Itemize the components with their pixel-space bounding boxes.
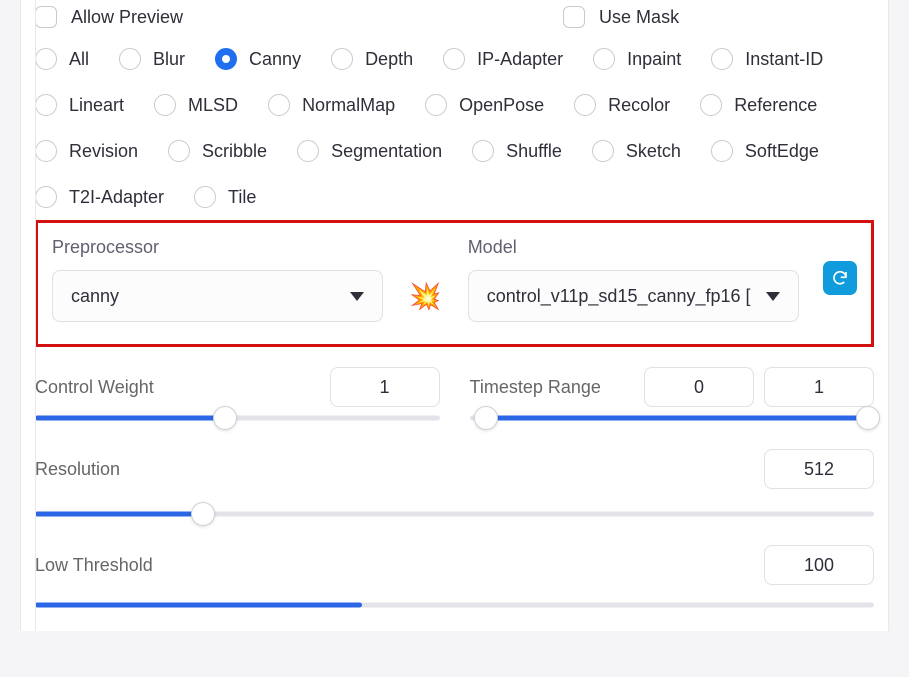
- radio-circle: [35, 186, 57, 208]
- radio-circle: [268, 94, 290, 116]
- timestep-range-label: Timestep Range: [470, 377, 601, 398]
- radio-label: Segmentation: [331, 141, 442, 162]
- control-type-mlsd[interactable]: MLSD: [154, 94, 238, 116]
- control-type-canny[interactable]: Canny: [215, 48, 301, 70]
- radio-circle: [425, 94, 447, 116]
- radio-circle: [215, 48, 237, 70]
- radio-label: Blur: [153, 49, 185, 70]
- refresh-button[interactable]: [823, 261, 857, 295]
- radio-label: Lineart: [69, 95, 124, 116]
- control-type-all[interactable]: All: [35, 48, 89, 70]
- radio-circle: [35, 48, 57, 70]
- preprocessor-value: canny: [71, 286, 119, 307]
- resolution-slider[interactable]: [35, 503, 874, 525]
- radio-label: Canny: [249, 49, 301, 70]
- control-type-revision[interactable]: Revision: [35, 140, 138, 162]
- explosion-icon[interactable]: 💥: [407, 270, 443, 322]
- control-type-t2i-adapter[interactable]: T2I-Adapter: [35, 186, 164, 208]
- allow-preview-label: Allow Preview: [71, 7, 183, 28]
- resolution-label: Resolution: [35, 459, 120, 480]
- preproc-model-highlight: Preprocessor canny 💥 Model control_v11p_…: [35, 220, 874, 347]
- control-type-inpaint[interactable]: Inpaint: [593, 48, 681, 70]
- radio-circle: [168, 140, 190, 162]
- radio-circle: [593, 48, 615, 70]
- control-type-sketch[interactable]: Sketch: [592, 140, 681, 162]
- slider-thumb[interactable]: [213, 406, 237, 430]
- radio-circle: [331, 48, 353, 70]
- checkbox-box: [563, 6, 585, 28]
- radio-label: IP-Adapter: [477, 49, 563, 70]
- radio-label: Inpaint: [627, 49, 681, 70]
- radio-circle: [119, 48, 141, 70]
- use-mask-checkbox[interactable]: Use Mask: [563, 6, 679, 28]
- checkbox-box: [35, 6, 57, 28]
- radio-label: Depth: [365, 49, 413, 70]
- timestep-range-slider[interactable]: [470, 407, 875, 429]
- radio-label: MLSD: [188, 95, 238, 116]
- timestep-low-value[interactable]: 0: [644, 367, 754, 407]
- slider-thumb[interactable]: [191, 502, 215, 526]
- low-threshold-slider[interactable]: [35, 599, 874, 611]
- radio-label: Recolor: [608, 95, 670, 116]
- radio-label: Tile: [228, 187, 256, 208]
- radio-label: Instant-ID: [745, 49, 823, 70]
- slider-thumb-low[interactable]: [474, 406, 498, 430]
- control-type-segmentation[interactable]: Segmentation: [297, 140, 442, 162]
- preprocessor-label: Preprocessor: [52, 237, 383, 258]
- control-type-blur[interactable]: Blur: [119, 48, 185, 70]
- model-dropdown[interactable]: control_v11p_sd15_canny_fp16 [: [468, 270, 799, 322]
- radio-label: SoftEdge: [745, 141, 819, 162]
- control-type-depth[interactable]: Depth: [331, 48, 413, 70]
- resolution-value[interactable]: 512: [764, 449, 874, 489]
- control-weight-value[interactable]: 1: [330, 367, 440, 407]
- radio-circle: [443, 48, 465, 70]
- radio-label: NormalMap: [302, 95, 395, 116]
- radio-label: Sketch: [626, 141, 681, 162]
- control-type-instant-id[interactable]: Instant-ID: [711, 48, 823, 70]
- control-type-tile[interactable]: Tile: [194, 186, 256, 208]
- control-type-normalmap[interactable]: NormalMap: [268, 94, 395, 116]
- radio-circle: [700, 94, 722, 116]
- refresh-icon: [831, 269, 849, 287]
- control-type-lineart[interactable]: Lineart: [35, 94, 124, 116]
- preprocessor-dropdown[interactable]: canny: [52, 270, 383, 322]
- control-type-softedge[interactable]: SoftEdge: [711, 140, 819, 162]
- slider-thumb-high[interactable]: [856, 406, 880, 430]
- low-threshold-value[interactable]: 100: [764, 545, 874, 585]
- radio-circle: [194, 186, 216, 208]
- radio-label: Shuffle: [506, 141, 562, 162]
- model-value: control_v11p_sd15_canny_fp16 [: [487, 286, 751, 307]
- radio-circle: [154, 94, 176, 116]
- control-type-scribble[interactable]: Scribble: [168, 140, 267, 162]
- radio-circle: [711, 48, 733, 70]
- radio-circle: [574, 94, 596, 116]
- low-threshold-label: Low Threshold: [35, 555, 153, 576]
- allow-preview-checkbox[interactable]: Allow Preview: [35, 6, 183, 28]
- radio-circle: [35, 140, 57, 162]
- control-type-shuffle[interactable]: Shuffle: [472, 140, 562, 162]
- use-mask-label: Use Mask: [599, 7, 679, 28]
- chevron-down-icon: [766, 292, 780, 301]
- timestep-high-value[interactable]: 1: [764, 367, 874, 407]
- radio-circle: [711, 140, 733, 162]
- control-type-reference[interactable]: Reference: [700, 94, 817, 116]
- control-type-openpose[interactable]: OpenPose: [425, 94, 544, 116]
- model-label: Model: [468, 237, 799, 258]
- radio-label: T2I-Adapter: [69, 187, 164, 208]
- radio-label: Scribble: [202, 141, 267, 162]
- control-weight-slider[interactable]: [35, 407, 440, 429]
- control-type-radio-group: All Blur Canny Depth IP-Adapter Inpaint Instan…: [35, 48, 874, 214]
- radio-label: Revision: [69, 141, 138, 162]
- radio-label: All: [69, 49, 89, 70]
- control-type-recolor[interactable]: Recolor: [574, 94, 670, 116]
- radio-label: OpenPose: [459, 95, 544, 116]
- chevron-down-icon: [350, 292, 364, 301]
- radio-label: Reference: [734, 95, 817, 116]
- radio-circle: [297, 140, 319, 162]
- radio-circle: [592, 140, 614, 162]
- control-type-ip-adapter[interactable]: IP-Adapter: [443, 48, 563, 70]
- control-weight-label: Control Weight: [35, 377, 154, 398]
- radio-circle: [472, 140, 494, 162]
- radio-circle: [35, 94, 57, 116]
